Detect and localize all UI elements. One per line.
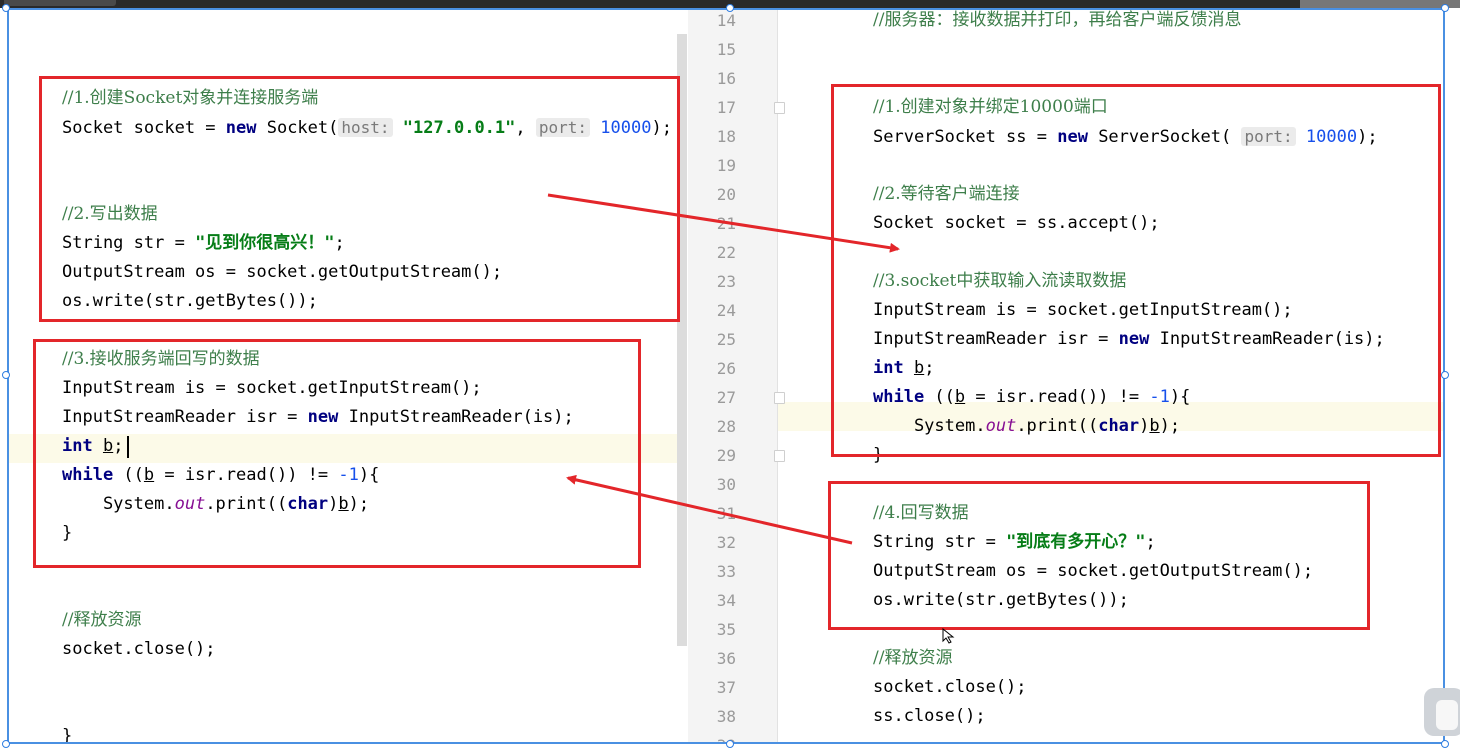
capture-selection-border[interactable]	[7, 8, 1445, 744]
play-icon	[1436, 700, 1458, 730]
resize-handle-top-right[interactable]	[1441, 4, 1449, 12]
resize-handle-bottom[interactable]	[726, 740, 734, 748]
resize-handle-top-left[interactable]	[2, 4, 10, 12]
resize-handle-bottom-left[interactable]	[2, 740, 10, 748]
resize-handle-right[interactable]	[1441, 371, 1449, 379]
screenshot-frame: //1.创建Socket对象并连接服务端 Socket socket = new …	[0, 0, 1460, 748]
resize-handle-bottom-right[interactable]	[1441, 740, 1449, 748]
resize-handle-left[interactable]	[2, 371, 10, 379]
resize-handle-top[interactable]	[726, 4, 734, 12]
